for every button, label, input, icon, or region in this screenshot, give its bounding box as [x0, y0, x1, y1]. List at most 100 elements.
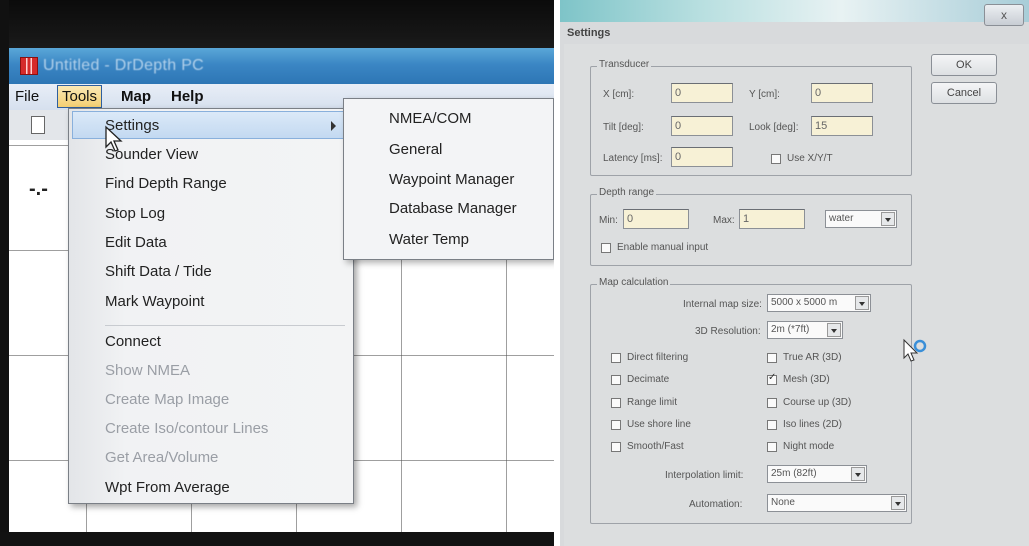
menu-help[interactable]: Help [171, 88, 204, 105]
ok-button[interactable]: OK [931, 54, 997, 76]
depth-range-group: Depth range Min: 0 Max: 1 water Enable m… [590, 187, 912, 266]
dropdown-arrow-icon [827, 323, 841, 337]
menu-item-show-nmea: Show NMEA [105, 362, 191, 379]
depth-range-legend: Depth range [597, 187, 657, 198]
direct-filtering-checkbox[interactable] [611, 353, 621, 363]
look-label: Look [deg]: [749, 122, 799, 133]
tilt-input[interactable]: 0 [671, 116, 733, 136]
manual-input-label: Enable manual input [617, 242, 709, 253]
mesh-checkbox[interactable] [767, 372, 777, 385]
smooth-fast-label: Smooth/Fast [627, 441, 684, 452]
range-limit-label: Range limit [627, 397, 678, 408]
interpolation-value: 25m (82ft) [771, 468, 817, 479]
range-limit-checkbox[interactable] [611, 398, 621, 408]
y-input[interactable]: 0 [811, 83, 873, 103]
menu-item-wpt-from-average[interactable]: Wpt From Average [105, 479, 230, 496]
submenu-item-waypoint-manager[interactable]: Waypoint Manager [389, 171, 514, 188]
settings-dialog: OK Cancel Transducer X [cm]: 0 Y [cm]: 0… [564, 44, 1029, 546]
submenu-item-water-temp[interactable]: Water Temp [389, 231, 469, 248]
settings-dialog-photo: x Settings OK Cancel Transducer X [cm]: … [560, 0, 1029, 546]
cancel-button[interactable]: Cancel [931, 82, 997, 104]
dropdown-arrow-icon [851, 467, 865, 481]
max-label: Max: [713, 215, 735, 226]
use-xyz-label: Use X/Y/T [787, 153, 833, 164]
latency-input[interactable]: 0 [671, 147, 733, 167]
max-input[interactable]: 1 [739, 209, 805, 229]
y-label: Y [cm]: [749, 89, 780, 100]
new-document-icon[interactable] [31, 116, 45, 134]
monitor-bezel-left [0, 0, 9, 546]
transducer-legend: Transducer [597, 59, 652, 70]
menu-item-mark-waypoint[interactable]: Mark Waypoint [105, 293, 204, 310]
window-title: Untitled - DrDepth PC [43, 57, 205, 74]
manual-input-checkbox[interactable] [601, 243, 611, 253]
submenu-arrow-icon [331, 121, 336, 131]
close-button[interactable]: x [984, 4, 1024, 26]
depth-unit-select[interactable]: water [825, 210, 897, 228]
interpolation-label: Interpolation limit: [665, 470, 744, 481]
dropdown-arrow-icon [855, 296, 869, 310]
latency-label: Latency [ms]: [603, 153, 663, 164]
menu-item-get-area-volume: Get Area/Volume [105, 449, 219, 466]
monitor-bezel-top [0, 0, 554, 48]
map-calculation-group: Map calculation Internal map size: 5000 … [590, 277, 912, 524]
min-label: Min: [599, 215, 618, 226]
interpolation-select[interactable]: 25m (82ft) [767, 465, 867, 483]
automation-select[interactable]: None [767, 494, 907, 512]
iso-lines-label: Iso lines (2D) [783, 419, 842, 430]
map-calculation-legend: Map calculation [597, 277, 671, 288]
true-ar-checkbox[interactable] [767, 353, 777, 363]
night-mode-label: Night mode [783, 441, 835, 452]
menu-item-create-iso-lines: Create Iso/contour Lines [105, 420, 269, 437]
menu-map[interactable]: Map [121, 88, 151, 105]
menu-item-shift-data-tide[interactable]: Shift Data / Tide [105, 263, 212, 280]
course-up-label: Course up (3D) [783, 397, 852, 408]
app-icon [20, 57, 38, 75]
map-size-value: 5000 x 5000 m [771, 297, 838, 308]
submenu-item-database-manager[interactable]: Database Manager [389, 200, 517, 217]
dropdown-arrow-icon [881, 212, 895, 226]
course-up-checkbox[interactable] [767, 398, 777, 408]
use-shore-line-checkbox[interactable] [611, 420, 621, 430]
use-shore-line-label: Use shore line [627, 419, 691, 430]
true-ar-label: True AR (3D) [783, 352, 842, 363]
monitor-bezel-bottom [0, 532, 554, 546]
decimate-label: Decimate [627, 374, 670, 385]
submenu-item-general[interactable]: General [389, 141, 442, 158]
menu-separator [105, 325, 345, 326]
smooth-fast-checkbox[interactable] [611, 442, 621, 452]
settings-submenu: NMEA/COM General Waypoint Manager Databa… [343, 98, 554, 260]
mouse-pointer-icon [105, 125, 123, 152]
dropdown-arrow-icon [891, 496, 905, 510]
min-input[interactable]: 0 [623, 209, 689, 229]
menu-item-connect[interactable]: Connect [105, 333, 161, 350]
mesh-label: Mesh (3D) [783, 374, 830, 385]
position-marker: -.- [29, 178, 48, 200]
transducer-group: Transducer X [cm]: 0 Y [cm]: 0 Tilt [deg… [590, 59, 912, 176]
background-window-strip [560, 0, 1029, 22]
night-mode-checkbox[interactable] [767, 442, 777, 452]
automation-label: Automation: [689, 499, 743, 510]
iso-lines-checkbox[interactable] [767, 420, 777, 430]
x-label: X [cm]: [603, 89, 635, 100]
resolution-label: 3D Resolution: [695, 326, 761, 337]
menu-item-create-map-image: Create Map Image [105, 391, 230, 408]
map-size-label: Internal map size: [683, 299, 762, 310]
menu-file[interactable]: File [15, 88, 39, 105]
use-xyz-checkbox[interactable] [771, 154, 781, 164]
busy-cursor-icon [903, 338, 927, 362]
menu-item-edit-data[interactable]: Edit Data [105, 234, 167, 251]
dialog-title: Settings [567, 27, 611, 39]
menu-item-find-depth-range[interactable]: Find Depth Range [105, 175, 227, 192]
x-input[interactable]: 0 [671, 83, 733, 103]
map-size-select[interactable]: 5000 x 5000 m [767, 294, 871, 312]
tools-dropdown-menu: Settings Sounder View Find Depth Range S… [68, 108, 354, 504]
menu-item-stop-log[interactable]: Stop Log [105, 205, 165, 222]
depth-unit-value: water [829, 213, 854, 224]
decimate-checkbox[interactable] [611, 375, 621, 385]
submenu-item-nmea-com[interactable]: NMEA/COM [389, 110, 472, 127]
resolution-select[interactable]: 2m (*7ft) [767, 321, 843, 339]
menu-tools[interactable]: Tools [57, 85, 103, 108]
direct-filtering-label: Direct filtering [627, 352, 689, 363]
look-input[interactable]: 15 [811, 116, 873, 136]
